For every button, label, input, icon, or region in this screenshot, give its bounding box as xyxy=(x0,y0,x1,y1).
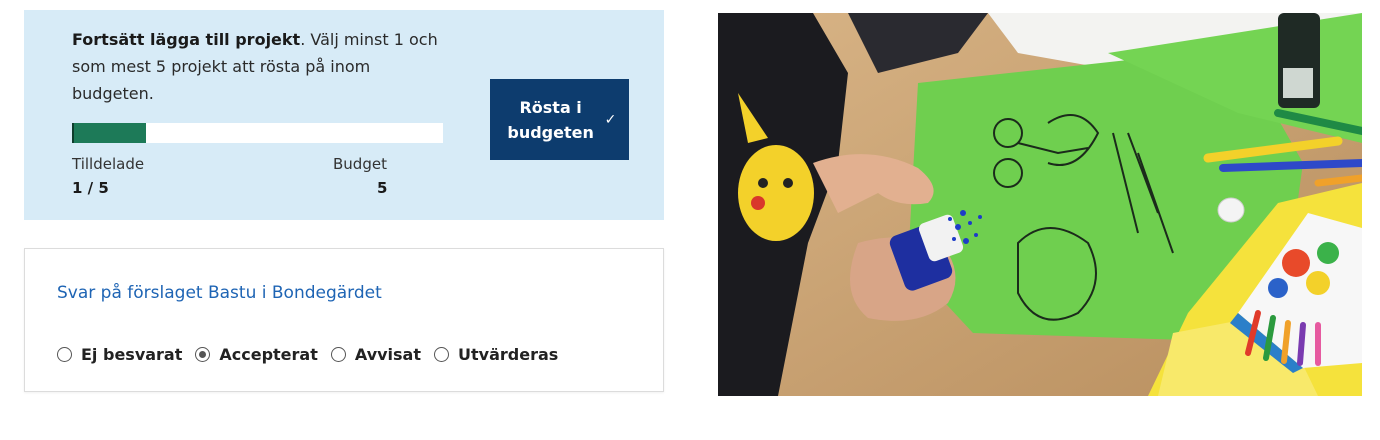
radio-button[interactable] xyxy=(57,347,72,362)
answer-option-1[interactable]: Ej besvarat xyxy=(57,345,182,364)
proposal-answer-card: Svar på förslaget Bastu i Bondegärdet Ej… xyxy=(24,248,664,392)
allocated-value: 1 / 5 xyxy=(72,179,109,197)
proposal-photo xyxy=(718,13,1362,396)
allocated-label: Tilldelade xyxy=(72,155,145,173)
answer-option-3[interactable]: Avvisat xyxy=(330,345,421,364)
radio-button[interactable] xyxy=(330,347,346,362)
radio-label: Ej besvarat xyxy=(81,345,183,364)
check-icon: ✓ xyxy=(604,111,617,128)
budget-progress-fill xyxy=(72,123,146,143)
radio-label: Avvisat xyxy=(354,345,421,364)
answer-option-4[interactable]: Utvärderas xyxy=(434,345,558,364)
answer-status-radio-group: Ej besvarat Accepterat Avvisat Utvärderas xyxy=(57,345,571,364)
radio-label: Utvärderas xyxy=(458,345,559,364)
radio-button[interactable] xyxy=(434,347,449,362)
radio-label: Accepterat xyxy=(219,345,318,364)
radio-button[interactable] xyxy=(195,347,211,362)
answer-title: Svar på förslaget Bastu i Bondegärdet xyxy=(57,283,382,303)
children-drawing-photo xyxy=(718,13,1362,396)
budget-progress-bar xyxy=(72,123,443,143)
voting-instructions: Fortsätt lägga till projekt. Välj minst … xyxy=(72,26,452,107)
vote-in-budget-button[interactable]: Rösta i budgeten ✓ xyxy=(490,79,629,160)
voting-instructions-bold: Fortsätt lägga till projekt xyxy=(72,30,301,49)
answer-option-2[interactable]: Accepterat xyxy=(195,345,318,364)
vote-button-label: Rösta i budgeten xyxy=(507,97,594,142)
budget-label: Budget xyxy=(333,155,387,173)
budget-value: 5 xyxy=(377,179,388,197)
voting-status-panel: Fortsätt lägga till projekt. Välj minst … xyxy=(24,10,664,220)
